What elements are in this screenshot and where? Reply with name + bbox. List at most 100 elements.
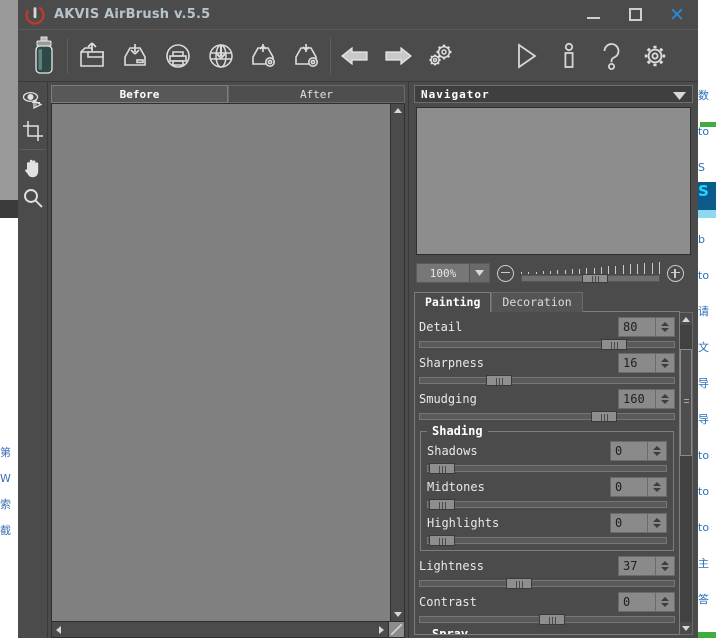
image-canvas[interactable] xyxy=(51,103,391,622)
resize-grip-icon[interactable] xyxy=(389,622,405,638)
spinner-up-icon[interactable] xyxy=(653,446,661,450)
canvas-horizontal-scrollbar[interactable] xyxy=(51,622,389,638)
shadows-spinner[interactable]: 0 xyxy=(610,441,667,461)
spinner-arrows[interactable] xyxy=(648,513,667,533)
spinner-down-icon[interactable] xyxy=(661,328,669,332)
arrow-left-icon[interactable] xyxy=(333,33,376,79)
vertical-scroll-track[interactable] xyxy=(391,117,404,608)
close-icon[interactable]: ✕ xyxy=(656,0,698,30)
open-folder-icon[interactable] xyxy=(70,33,113,79)
spinner-arrows[interactable] xyxy=(656,353,675,373)
shadows-slider[interactable] xyxy=(427,463,667,474)
tab-painting[interactable]: Painting xyxy=(414,292,492,312)
slider-thumb[interactable] xyxy=(485,375,512,386)
smudging-value[interactable]: 160 xyxy=(618,389,656,409)
slider-thumb[interactable] xyxy=(429,535,456,546)
spinner-arrows[interactable] xyxy=(656,317,675,337)
detail-value[interactable]: 80 xyxy=(618,317,656,337)
magnifier-icon[interactable] xyxy=(19,183,47,213)
spinner-up-icon[interactable] xyxy=(661,358,669,362)
scroll-down-icon[interactable] xyxy=(391,608,404,621)
scroll-up-icon[interactable] xyxy=(391,104,404,117)
zoom-level-combobox[interactable]: 100% xyxy=(416,263,490,283)
plus-circle-icon[interactable] xyxy=(667,264,684,282)
midtones-slider[interactable] xyxy=(427,499,667,510)
spinner-down-icon[interactable] xyxy=(661,603,669,607)
tab-before[interactable]: Before xyxy=(51,85,228,103)
spinner-up-icon[interactable] xyxy=(661,394,669,398)
scroll-right-icon[interactable] xyxy=(375,623,388,637)
tab-after[interactable]: After xyxy=(228,85,405,103)
sharpness-value[interactable]: 16 xyxy=(618,353,656,373)
minimize-icon[interactable] xyxy=(572,0,614,30)
smudging-slider[interactable] xyxy=(419,411,675,422)
slider-thumb[interactable] xyxy=(429,499,456,510)
navigator-preview[interactable] xyxy=(416,107,691,255)
crop-icon[interactable] xyxy=(19,116,47,146)
shadows-value[interactable]: 0 xyxy=(610,441,648,461)
settings-scroll-track[interactable] xyxy=(680,325,692,622)
detail-slider[interactable] xyxy=(419,339,675,350)
highlights-value[interactable]: 0 xyxy=(610,513,648,533)
settings-vertical-scrollbar[interactable] xyxy=(680,312,693,635)
gears-icon[interactable] xyxy=(419,33,462,79)
midtones-spinner[interactable]: 0 xyxy=(610,477,667,497)
spinner-up-icon[interactable] xyxy=(661,597,669,601)
arrow-right-icon[interactable] xyxy=(376,33,419,79)
minus-circle-icon[interactable] xyxy=(497,264,514,282)
sharpness-spinner[interactable]: 16 xyxy=(618,353,675,373)
midtones-value[interactable]: 0 xyxy=(610,477,648,497)
globe-download-icon[interactable] xyxy=(199,33,242,79)
slider-thumb[interactable] xyxy=(506,578,533,589)
lightness-spinner[interactable]: 37 xyxy=(618,556,675,576)
slider-thumb[interactable] xyxy=(429,463,456,474)
settings-scroll-thumb[interactable] xyxy=(680,348,692,456)
play-triangle-icon[interactable] xyxy=(504,33,547,79)
save-down-icon[interactable] xyxy=(113,33,156,79)
printer-icon[interactable] xyxy=(156,33,199,79)
spinner-up-icon[interactable] xyxy=(653,518,661,522)
canvas-vertical-scrollbar[interactable] xyxy=(391,103,405,622)
contrast-value[interactable]: 0 xyxy=(618,592,656,612)
gear-icon[interactable] xyxy=(633,33,676,79)
slider-thumb[interactable] xyxy=(539,614,566,625)
spinner-up-icon[interactable] xyxy=(653,482,661,486)
highlights-slider[interactable] xyxy=(427,535,667,546)
eye-preview-icon[interactable] xyxy=(19,86,47,116)
contrast-slider[interactable] xyxy=(419,614,675,625)
spinner-arrows[interactable] xyxy=(656,389,675,409)
hand-icon[interactable] xyxy=(19,153,47,183)
spinner-down-icon[interactable] xyxy=(653,452,661,456)
highlights-spinner[interactable]: 0 xyxy=(610,513,667,533)
spinner-down-icon[interactable] xyxy=(661,400,669,404)
maximize-icon[interactable] xyxy=(614,0,656,30)
contrast-spinner[interactable]: 0 xyxy=(618,592,675,612)
save-settings-gear-icon[interactable] xyxy=(285,33,328,79)
chevron-down-icon[interactable] xyxy=(469,264,489,282)
zoom-slider-thumb[interactable] xyxy=(582,274,609,283)
question-mark-icon[interactable] xyxy=(590,33,633,79)
load-settings-gear-icon[interactable] xyxy=(242,33,285,79)
zoom-slider[interactable] xyxy=(521,262,660,284)
sharpness-slider[interactable] xyxy=(419,375,675,386)
spinner-arrows[interactable] xyxy=(656,556,675,576)
spinner-arrows[interactable] xyxy=(648,441,667,461)
spinner-down-icon[interactable] xyxy=(653,488,661,492)
scroll-left-icon[interactable] xyxy=(52,623,65,637)
info-icon[interactable] xyxy=(547,33,590,79)
chevron-down-icon[interactable] xyxy=(673,85,686,104)
tab-decoration[interactable]: Decoration xyxy=(491,292,583,312)
navigator-header[interactable]: Navigator xyxy=(414,85,693,103)
title-bar[interactable]: AKVIS AirBrush v.5.5 ✕ xyxy=(18,0,698,30)
spinner-arrows[interactable] xyxy=(656,592,675,612)
spinner-down-icon[interactable] xyxy=(661,364,669,368)
spinner-up-icon[interactable] xyxy=(661,561,669,565)
spinner-arrows[interactable] xyxy=(648,477,667,497)
slider-thumb[interactable] xyxy=(600,339,627,350)
scroll-up-icon[interactable] xyxy=(680,313,692,325)
slider-thumb[interactable] xyxy=(590,411,617,422)
scroll-down-icon[interactable] xyxy=(680,622,692,634)
detail-spinner[interactable]: 80 xyxy=(618,317,675,337)
spinner-up-icon[interactable] xyxy=(661,322,669,326)
spinner-down-icon[interactable] xyxy=(661,567,669,571)
